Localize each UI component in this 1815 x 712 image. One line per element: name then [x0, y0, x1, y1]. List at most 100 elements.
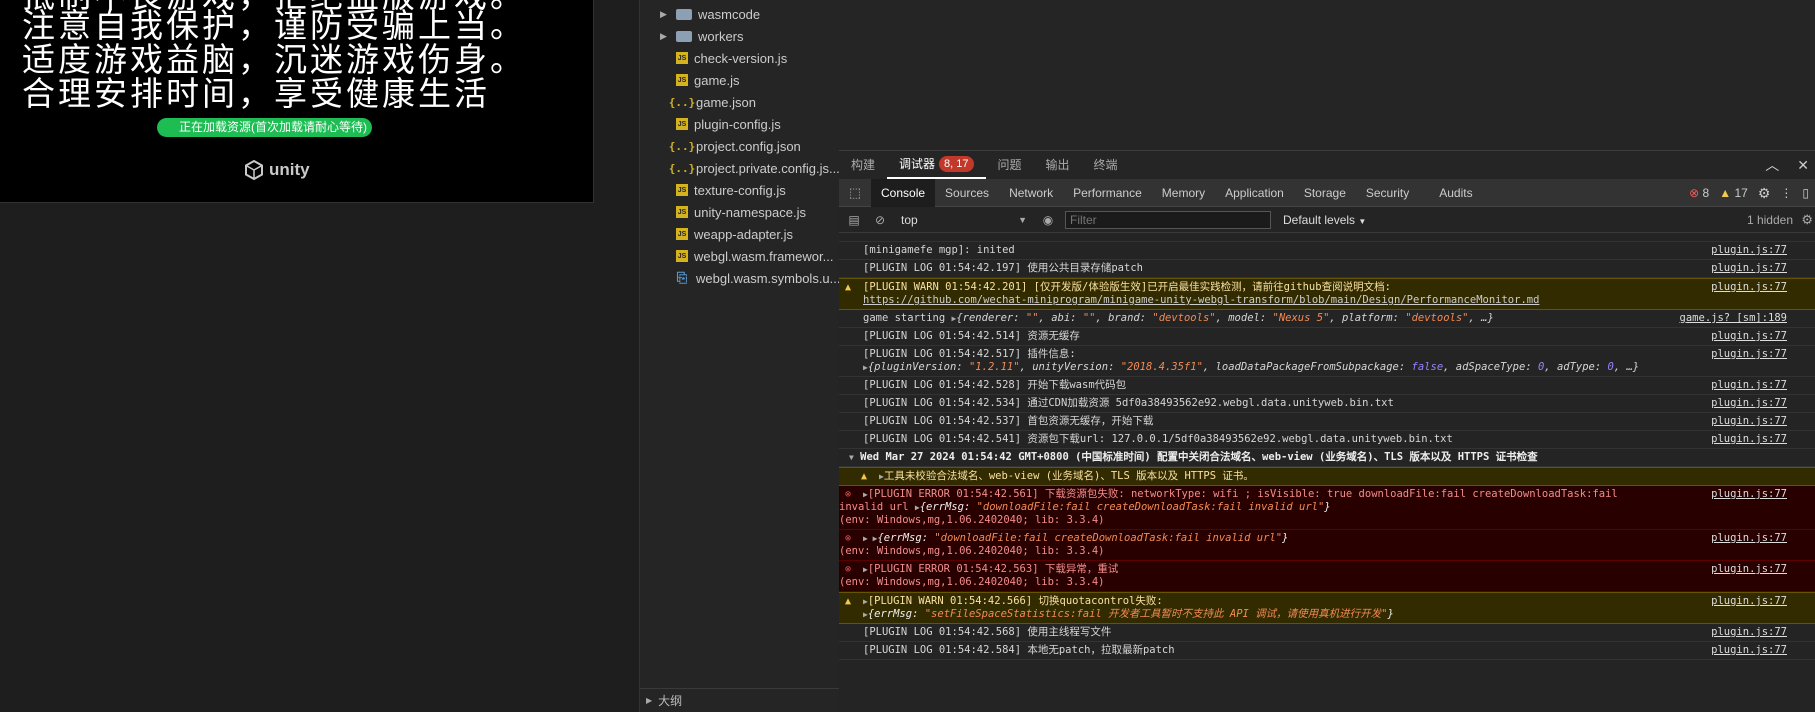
close-icon[interactable]: ✕: [1797, 157, 1809, 174]
tab-problems[interactable]: 问题: [986, 151, 1034, 179]
warning-icon: ▲: [1719, 186, 1732, 200]
context-selector[interactable]: top ▼: [897, 211, 1031, 229]
object-preview[interactable]: {errMsg: "downloadFile:fail createDownlo…: [920, 501, 1331, 513]
source-link[interactable]: plugin.js:77: [1711, 348, 1787, 361]
tree-folder-workers[interactable]: ▶ workers: [640, 25, 840, 47]
tree-file[interactable]: JS check-version.js: [640, 47, 840, 69]
tab-performance[interactable]: Performance: [1063, 179, 1152, 207]
tree-item-label: project.private.config.js...: [696, 160, 840, 176]
source-link[interactable]: plugin.js:77: [1711, 415, 1787, 428]
tree-item-label: webgl.wasm.symbols.u...: [696, 270, 840, 286]
source-link[interactable]: plugin.js:77: [1711, 330, 1787, 343]
filter-input[interactable]: [1065, 210, 1271, 229]
tree-file[interactable]: {..} project.config.json: [640, 135, 840, 157]
env-info: (env: Windows,mg,1.06.2402040; lib: 3.3.…: [839, 576, 1105, 588]
tree-file[interactable]: JS unity-namespace.js: [640, 201, 840, 223]
outline-section-header[interactable]: ▶ 大纲: [640, 688, 840, 712]
source-link[interactable]: plugin.js:77: [1711, 397, 1787, 410]
console-toolbar: ▤ ⊘ top ▼ ◉ Default levels ▼ 1 hidden ⚙: [839, 207, 1815, 233]
tree-item-label: check-version.js: [694, 50, 788, 66]
health-notice-line: 适度游戏益脑，沉迷游戏伤身。: [22, 40, 526, 79]
tab-storage[interactable]: Storage: [1294, 179, 1356, 207]
tab-console[interactable]: Console: [871, 178, 936, 207]
unity-cube-icon: [245, 159, 263, 181]
source-link[interactable]: game.js? [sm]:189: [1680, 312, 1787, 325]
tree-file[interactable]: JS plugin-config.js: [640, 113, 840, 135]
tab-debugger[interactable]: 调试器 8, 17: [887, 151, 986, 179]
env-info: (env: Windows,mg,1.06.2402040; lib: 3.3.…: [839, 545, 1105, 557]
source-link[interactable]: plugin.js:77: [1711, 433, 1787, 446]
tab-terminal[interactable]: 终端: [1082, 151, 1130, 179]
tab-security[interactable]: Security: [1356, 179, 1419, 207]
message-text: [PLUGIN LOG 01:54:42.197] 使用公共目录存储patch: [863, 262, 1143, 274]
tree-file[interactable]: JS game.js: [640, 69, 840, 91]
js-file-icon: JS: [676, 74, 688, 86]
settings-gear-icon[interactable]: ⚙: [1758, 185, 1771, 202]
tab-application[interactable]: Application: [1215, 179, 1294, 207]
tree-file[interactable]: JS webgl.wasm.framewor...: [640, 245, 840, 267]
group-header[interactable]: ▼ Wed Mar 27 2024 01:54:42 GMT+0800 (中国标…: [839, 449, 1815, 467]
tree-file[interactable]: {..} game.json: [640, 91, 840, 113]
eye-icon[interactable]: ◉: [1039, 213, 1057, 227]
tree-file[interactable]: JS texture-config.js: [640, 179, 840, 201]
object-preview[interactable]: {errMsg: "setFileSpaceStatistics:fail 开发…: [868, 608, 1394, 620]
log-levels-dropdown[interactable]: Default levels ▼: [1283, 213, 1366, 227]
source-link[interactable]: plugin.js:77: [1711, 626, 1787, 639]
env-info: (env: Windows,mg,1.06.2402040; lib: 3.3.…: [839, 514, 1105, 526]
source-link[interactable]: plugin.js:77: [1711, 281, 1787, 294]
inspect-element-icon[interactable]: ⬚: [839, 185, 871, 201]
js-file-icon: JS: [676, 184, 688, 196]
expand-triangle-icon[interactable]: ▶ ▶: [863, 534, 877, 543]
tab-network[interactable]: Network: [999, 179, 1063, 207]
warning-count[interactable]: ▲ 17: [1719, 186, 1748, 200]
dock-side-icon[interactable]: ▯: [1802, 186, 1809, 200]
tree-file[interactable]: ⎘ webgl.wasm.symbols.u...: [640, 267, 840, 289]
tab-audits[interactable]: Audits: [1419, 179, 1482, 207]
tree-file[interactable]: {..} project.private.config.js...: [640, 157, 840, 179]
tree-item-label: project.config.json: [696, 138, 801, 154]
clear-console-icon[interactable]: ⊘: [871, 213, 889, 227]
source-link[interactable]: plugin.js:77: [1711, 644, 1787, 657]
source-link[interactable]: plugin.js:77: [1711, 563, 1787, 576]
game-canvas[interactable]: 抵制不良游戏，拒绝盗版游戏。 注意自我保护，谨防受骗上当。 适度游戏益脑，沉迷游…: [0, 0, 594, 203]
tab-output[interactable]: 输出: [1034, 151, 1082, 179]
tree-file[interactable]: JS weapp-adapter.js: [640, 223, 840, 245]
tab-memory[interactable]: Memory: [1152, 179, 1215, 207]
js-file-icon: JS: [676, 118, 688, 130]
warning-count-value: 17: [1734, 186, 1748, 200]
devtools-status: ⊗ 8 ▲ 17 ⚙ ⋮ ▯: [1689, 179, 1815, 207]
object-preview[interactable]: {pluginVersion: "1.2.11", unityVersion: …: [868, 361, 1639, 373]
outline-label: 大纲: [658, 694, 683, 708]
source-link[interactable]: plugin.js:77: [1711, 532, 1787, 545]
source-link[interactable]: plugin.js:77: [1711, 595, 1787, 608]
collapse-panel-icon[interactable]: ︿: [1765, 155, 1779, 175]
source-link[interactable]: plugin.js:77: [1711, 262, 1787, 275]
warning-icon: ▲: [845, 282, 852, 293]
sidebar-toggle-icon[interactable]: ▤: [845, 213, 863, 227]
chevron-right-icon: ▶: [646, 696, 653, 705]
issue-count-badge: 8, 17: [939, 156, 974, 172]
tree-folder-wasmcode[interactable]: ▶ wasmcode: [640, 3, 840, 25]
more-options-icon[interactable]: ⋮: [1780, 186, 1792, 200]
console-settings-gear-icon[interactable]: ⚙: [1801, 212, 1813, 228]
log-message: [PLUGIN LOG 01:54:42.528] 开始下载wasm代码包 plu…: [839, 377, 1815, 395]
chevron-right-icon: ▶: [660, 8, 667, 19]
source-link[interactable]: plugin.js:77: [1711, 379, 1787, 392]
source-link[interactable]: plugin.js:77: [1711, 244, 1787, 257]
bottom-panel-tabs: 构建 调试器 8, 17 问题 输出 终端 ︿ ✕: [839, 151, 1815, 179]
tab-sources[interactable]: Sources: [935, 179, 999, 207]
message-text: [PLUGIN ERROR 01:54:42.563] 下载异常，重试: [867, 563, 1119, 575]
simulator-area: 抵制不良游戏，拒绝盗版游戏。 注意自我保护，谨防受骗上当。 适度游戏益脑，沉迷游…: [0, 0, 638, 712]
docs-link[interactable]: https://github.com/wechat-miniprogram/mi…: [839, 294, 1539, 306]
tab-build[interactable]: 构建: [839, 151, 887, 179]
object-preview[interactable]: {errMsg: "downloadFile:fail createDownlo…: [877, 532, 1288, 544]
devtools-panel: 构建 调试器 8, 17 问题 输出 终端 ︿ ✕ ⬚ Console Sourc…: [839, 150, 1815, 712]
tree-item-label: unity-namespace.js: [694, 204, 806, 220]
error-count[interactable]: ⊗ 8: [1689, 186, 1709, 200]
log-message: [PLUGIN LOG 01:54:42.568] 使用主线程写文件 plugin…: [839, 624, 1815, 642]
source-link[interactable]: plugin.js:77: [1711, 488, 1787, 501]
console-messages[interactable]: [minigamefe mgp]: inited plugin.js:77 [PL…: [839, 233, 1815, 712]
object-preview[interactable]: {renderer: "", abi: "", brand: "devtools…: [956, 312, 1493, 324]
message-text: [PLUGIN LOG 01:54:42.584] 本地无patch，拉取最新p…: [863, 644, 1175, 656]
devtools-tabs: ⬚ Console Sources Network Performance Me…: [839, 178, 1815, 207]
